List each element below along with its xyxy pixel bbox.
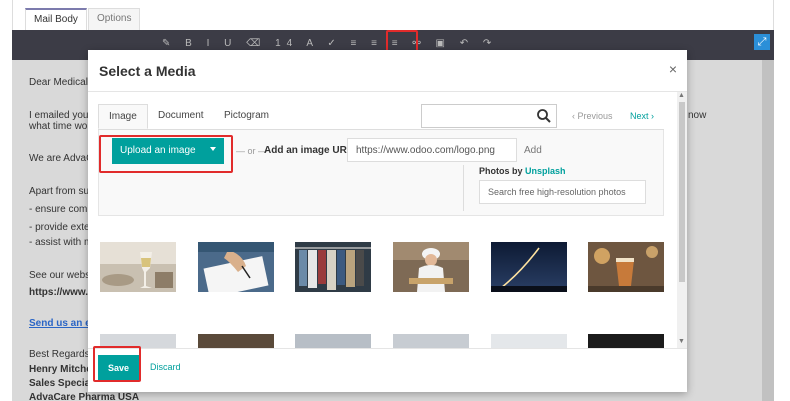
media-search-input[interactable] bbox=[421, 104, 557, 128]
editor-line: what time wor bbox=[29, 121, 91, 132]
editor-line: Apart from sup bbox=[29, 186, 95, 197]
editor-line: Sales Special bbox=[29, 378, 93, 389]
screen: Mail Body Options ✎ B I U ⌫ 14 A ✓ ≡ ≡ ≡… bbox=[0, 0, 790, 401]
dialog-body: Image Document Pictogram ‹ Previous Next… bbox=[88, 92, 687, 348]
discard-button[interactable]: Discard bbox=[150, 362, 181, 372]
dialog-footer: Save Discard bbox=[88, 348, 687, 392]
pager-previous[interactable]: ‹ Previous bbox=[572, 111, 613, 121]
panel-divider bbox=[463, 165, 464, 211]
media-thumbnail[interactable] bbox=[588, 242, 664, 292]
unsplash-link[interactable]: Unsplash bbox=[525, 166, 566, 176]
add-url-button[interactable]: Add bbox=[524, 145, 542, 156]
scroll-down-icon[interactable]: ▼ bbox=[678, 338, 685, 345]
media-thumbnail[interactable] bbox=[588, 334, 664, 348]
media-thumbnail[interactable] bbox=[198, 242, 274, 292]
or-separator: — or — bbox=[236, 146, 268, 156]
editor-line: See our websi bbox=[29, 270, 93, 281]
media-thumbnail[interactable] bbox=[393, 334, 469, 348]
save-highlight bbox=[93, 346, 141, 382]
editor-line: AdvaCare Pharma USA bbox=[29, 392, 140, 401]
editor-line: Dear Medical bbox=[29, 77, 88, 88]
editor-scrollbar[interactable] bbox=[762, 60, 774, 401]
media-thumbnail[interactable] bbox=[393, 242, 469, 292]
tab-mail-body[interactable]: Mail Body bbox=[25, 8, 87, 30]
scroll-up-icon[interactable]: ▲ bbox=[678, 92, 685, 99]
select-media-dialog: Select a Media × Image Document Pictogra… bbox=[88, 50, 687, 392]
media-thumbnail[interactable] bbox=[100, 242, 176, 292]
editor-line: - assist with m bbox=[29, 237, 93, 248]
editor-line: Henry Mitche bbox=[29, 364, 92, 375]
editor-line: - provide exte bbox=[29, 222, 90, 233]
dialog-scrollbar[interactable]: ▲ ▼ bbox=[677, 92, 687, 348]
expand-icon[interactable]: ⤢ bbox=[754, 34, 770, 50]
unsplash-search-input[interactable]: Search free high-resolution photos bbox=[479, 180, 646, 204]
media-thumbnail[interactable] bbox=[491, 242, 567, 292]
editor-tabs-bar: Mail Body Options bbox=[12, 0, 774, 30]
photos-by-label: Photos by Unsplash bbox=[479, 166, 566, 176]
image-url-label: Add an image URL bbox=[264, 145, 353, 156]
pager-next[interactable]: Next › bbox=[630, 111, 654, 121]
tab-options[interactable]: Options bbox=[88, 8, 141, 30]
media-thumbnail[interactable] bbox=[198, 334, 274, 348]
editor-line: now bbox=[688, 110, 707, 121]
editor-link[interactable]: Send us an e bbox=[29, 318, 91, 329]
media-thumbnail[interactable] bbox=[491, 334, 567, 348]
tab-pictogram[interactable]: Pictogram bbox=[214, 104, 279, 129]
editor-line: - ensure comp bbox=[29, 204, 93, 215]
toolbar-icons: ✎ B I U ⌫ 14 A ✓ ≡ ≡ ≡ ⚯ ▣ ↶ ↷ bbox=[162, 38, 498, 49]
tab-document[interactable]: Document bbox=[148, 104, 214, 129]
editor-line: I emailed you a bbox=[29, 110, 97, 121]
media-thumbnail[interactable] bbox=[295, 242, 371, 292]
media-thumbnail[interactable] bbox=[295, 334, 371, 348]
editor-link[interactable]: https://www.a bbox=[29, 287, 94, 298]
dialog-title: Select a Media bbox=[99, 63, 196, 79]
editor-line: We are AdvaC bbox=[29, 153, 94, 164]
photos-by-text: Photos by bbox=[479, 166, 523, 176]
dialog-header: Select a Media × bbox=[88, 50, 687, 92]
tab-image[interactable]: Image bbox=[98, 104, 148, 129]
image-url-input[interactable]: https://www.odoo.com/logo.png bbox=[347, 138, 517, 162]
editor-line: Best Regards bbox=[29, 349, 90, 360]
upload-highlight bbox=[99, 135, 233, 173]
scroll-thumb[interactable] bbox=[679, 102, 685, 282]
close-icon[interactable]: × bbox=[669, 61, 677, 77]
search-icon[interactable] bbox=[536, 108, 552, 124]
